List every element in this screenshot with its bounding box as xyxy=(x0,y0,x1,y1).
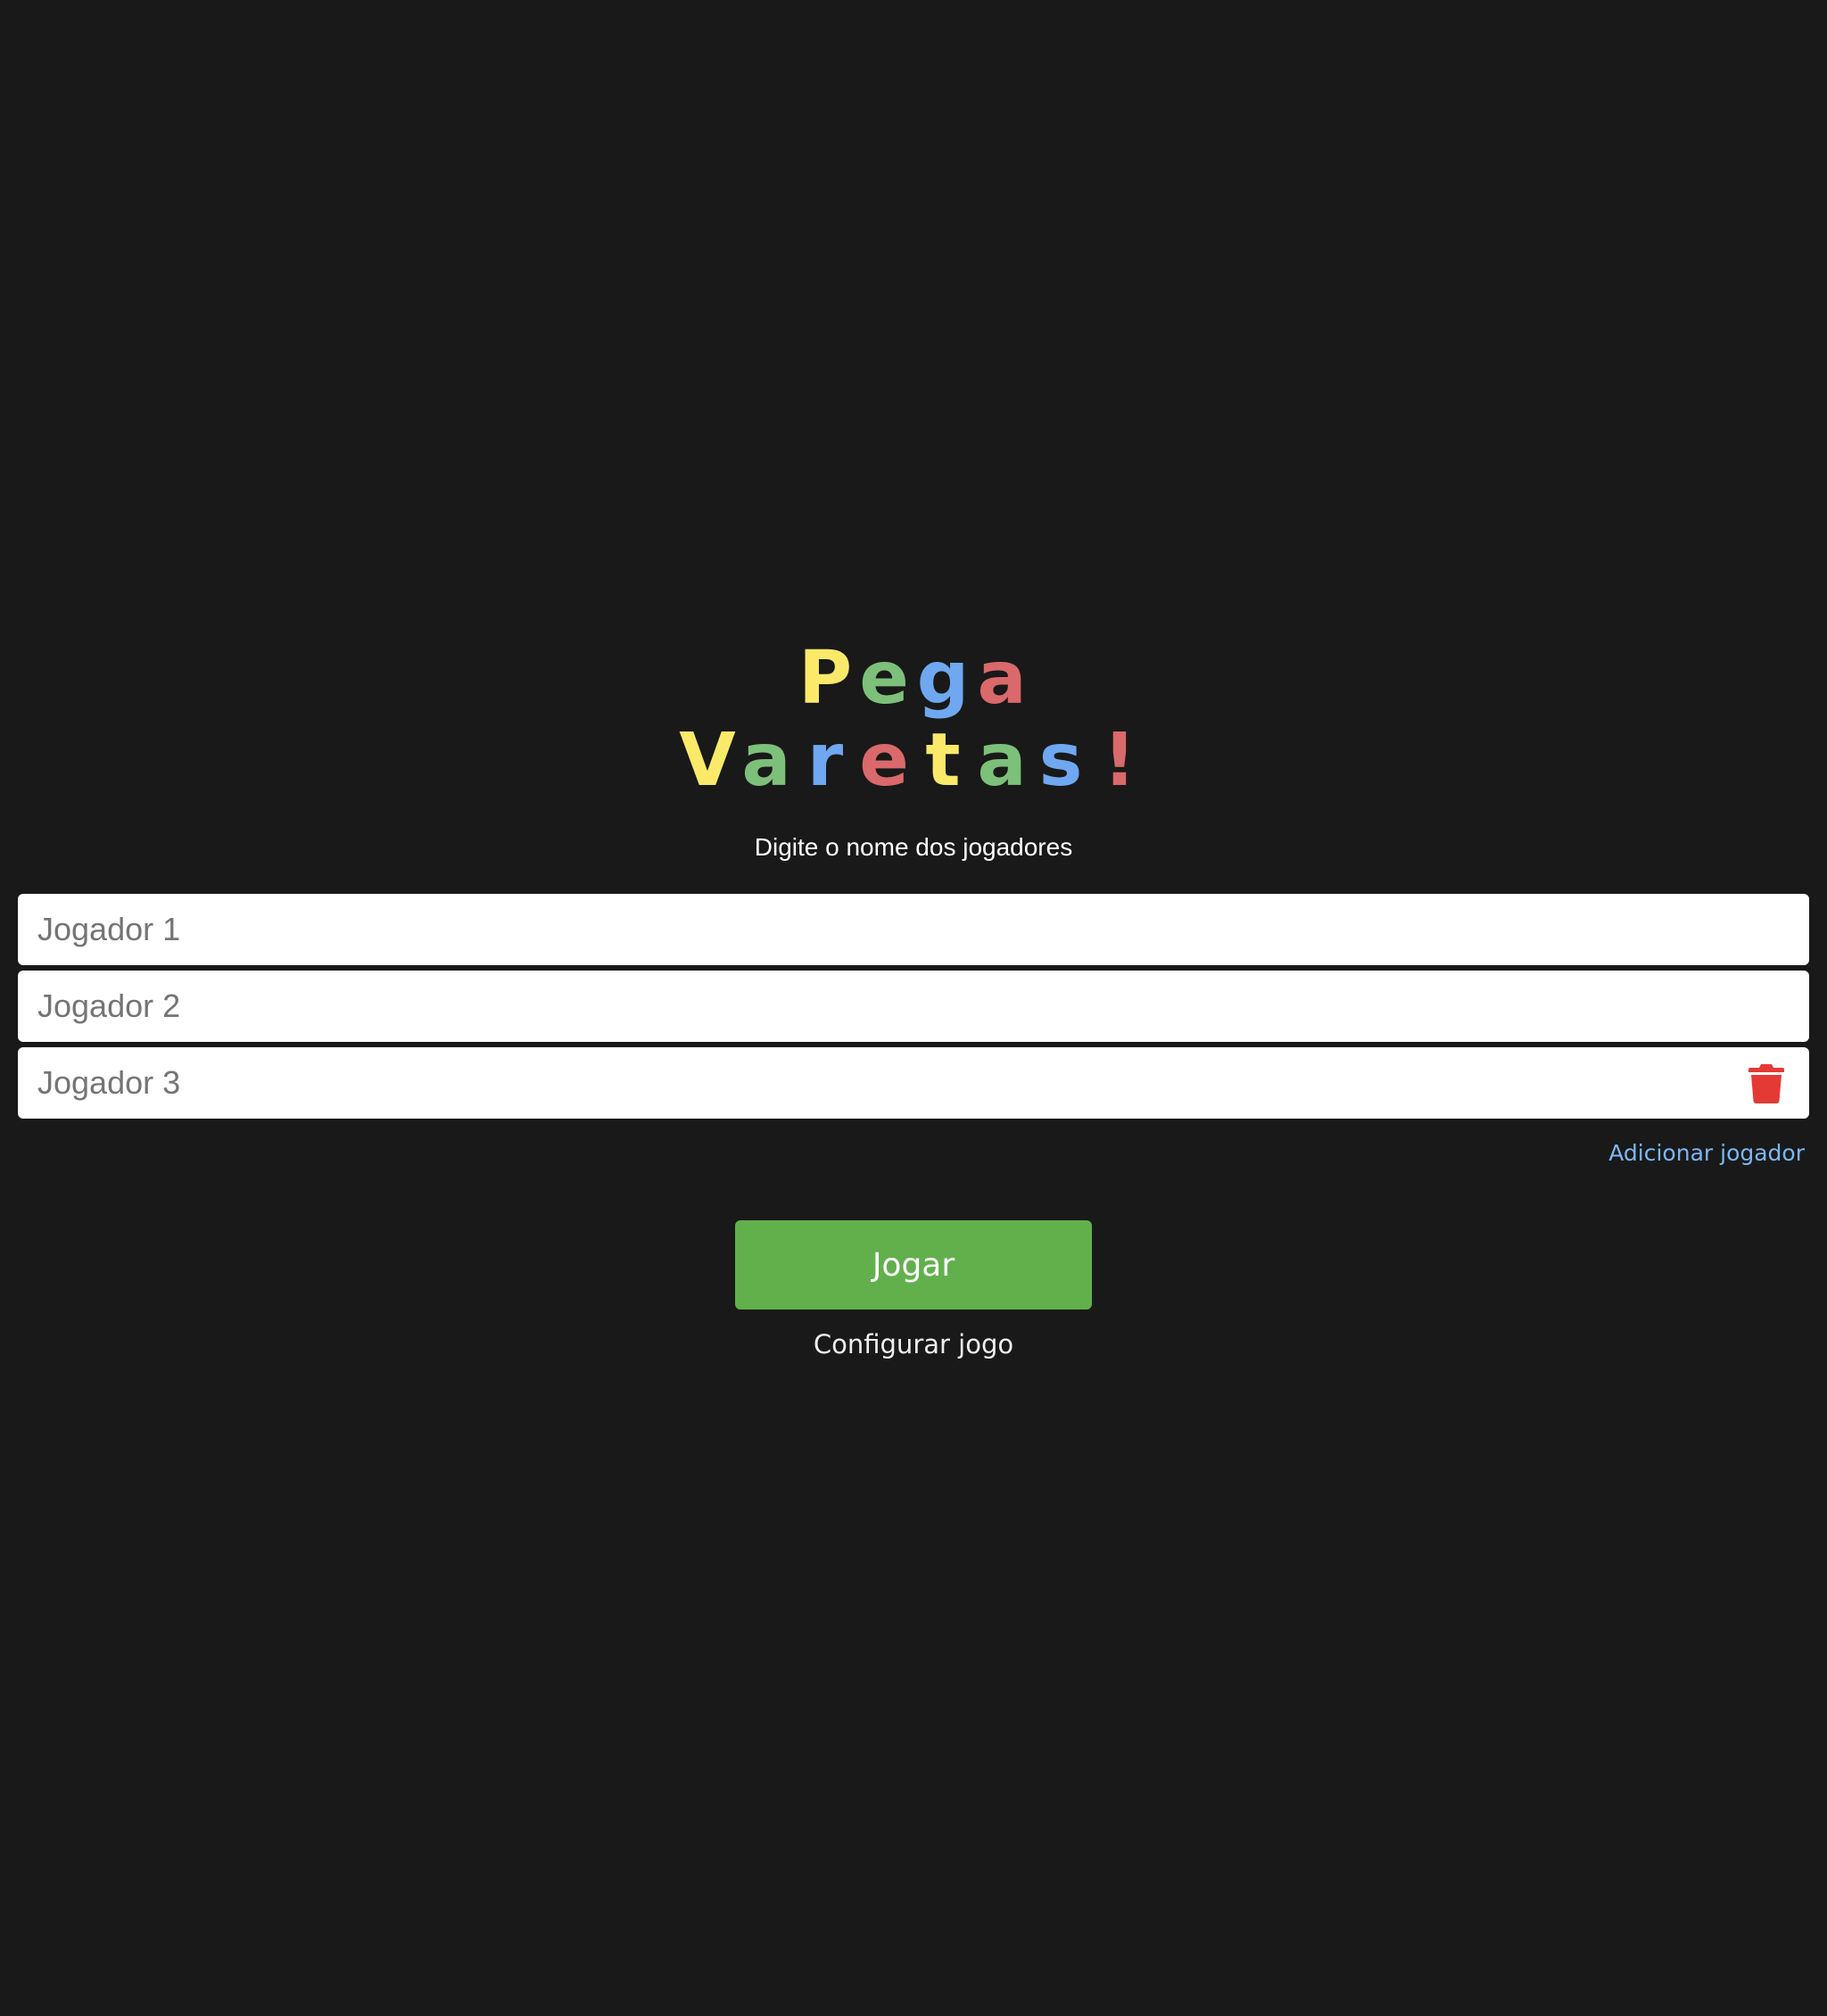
add-player-link[interactable]: Adicionar jogador xyxy=(1608,1140,1805,1166)
title-letter: g xyxy=(916,636,970,721)
player-name-input-3[interactable] xyxy=(36,1046,1748,1120)
player-row-2 xyxy=(18,970,1809,1043)
trash-icon[interactable] xyxy=(1748,1062,1784,1103)
configure-game-link[interactable]: Configurar jogo xyxy=(0,1329,1827,1359)
title-letter: V xyxy=(679,718,736,803)
player-name-input-1[interactable] xyxy=(36,893,1791,966)
play-button[interactable]: Jogar xyxy=(735,1220,1092,1310)
title-letter: t xyxy=(925,718,961,803)
instructions-text: Digite o nome dos jogadores xyxy=(754,833,1073,861)
title-letter: e xyxy=(859,636,909,721)
title-letter: e xyxy=(859,718,909,803)
title-letter: s xyxy=(1038,718,1083,803)
player-row-1 xyxy=(18,893,1809,966)
title-letter: ! xyxy=(1103,718,1137,803)
title-letter: r xyxy=(806,718,844,803)
player-row-3 xyxy=(18,1046,1809,1120)
title-letter: a xyxy=(977,718,1027,803)
title-line-pega: P e g a xyxy=(0,642,1827,715)
title-letter: a xyxy=(741,718,791,803)
title-letter: P xyxy=(798,636,853,721)
title-letter: a xyxy=(977,636,1027,721)
player-name-input-2[interactable] xyxy=(36,970,1791,1043)
title-line-varetas: V a r e t a s ! xyxy=(0,724,1827,797)
